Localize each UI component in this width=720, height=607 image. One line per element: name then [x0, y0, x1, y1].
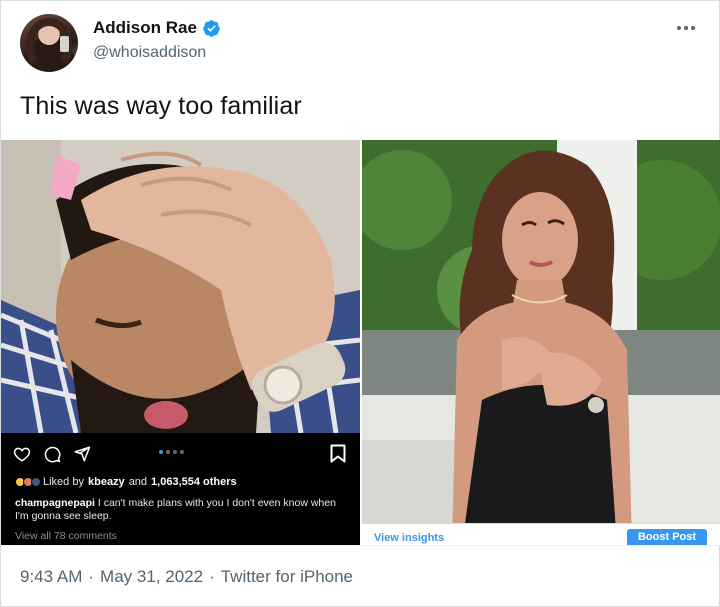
- instagram-post-bar: Liked by kbeazy and 1,063,554 others cha…: [1, 433, 360, 545]
- tweet-meta: 9:43 AM · May 31, 2022 · Twitter for iPh…: [20, 567, 353, 587]
- view-insights-link[interactable]: View insights: [374, 532, 444, 545]
- author-display-name[interactable]: Addison Rae: [93, 18, 197, 38]
- avatar-phone: [60, 36, 69, 52]
- liker-avatars: [15, 477, 41, 487]
- tweet-source[interactable]: Twitter for iPhone: [221, 567, 353, 587]
- liked-by-user[interactable]: kbeazy: [88, 476, 125, 488]
- tweet-date[interactable]: May 31, 2022: [100, 567, 203, 587]
- avatar[interactable]: [20, 14, 78, 72]
- meta-separator: ·: [209, 567, 215, 586]
- share-icon[interactable]: [73, 445, 91, 463]
- tweet-time[interactable]: 9:43 AM: [20, 567, 82, 587]
- more-options-icon[interactable]: [677, 23, 697, 33]
- author-handle[interactable]: @whoisaddison: [93, 44, 206, 62]
- likes-prefix: Liked by: [43, 476, 84, 488]
- instagram-likes: Liked by kbeazy and 1,063,554 others: [15, 476, 237, 488]
- author-name-row: Addison Rae: [93, 18, 221, 38]
- left-photo-illustration: [1, 140, 360, 435]
- caption-username[interactable]: champagnepapi: [15, 497, 95, 509]
- post-insights-bar: View insights Boost Post: [362, 523, 720, 545]
- tweet-media[interactable]: Liked by kbeazy and 1,063,554 others cha…: [1, 140, 720, 545]
- carousel-dots: [159, 450, 184, 454]
- bookmark-icon[interactable]: [330, 444, 346, 463]
- media-image-left[interactable]: Liked by kbeazy and 1,063,554 others cha…: [1, 140, 360, 545]
- likes-mid: and: [128, 476, 148, 488]
- tweet-text: This was way too familiar: [20, 92, 302, 120]
- heart-icon[interactable]: [13, 445, 31, 463]
- verified-badge-icon: [203, 19, 220, 37]
- right-photo-illustration: [362, 140, 720, 545]
- boost-post-button[interactable]: Boost Post: [627, 529, 707, 545]
- divider: [1, 545, 720, 546]
- view-comments-link[interactable]: View all 78 comments: [15, 530, 117, 542]
- tweet-card: Addison Rae @whoisaddison This was way t…: [0, 0, 720, 607]
- likes-count[interactable]: 1,063,554 others: [151, 476, 237, 488]
- meta-separator: ·: [88, 567, 95, 586]
- instagram-action-icons: [13, 445, 91, 463]
- media-image-right[interactable]: View insights Boost Post: [362, 140, 720, 545]
- instagram-caption: champagnepapi I can't make plans with yo…: [15, 497, 345, 523]
- comment-icon[interactable]: [43, 445, 61, 463]
